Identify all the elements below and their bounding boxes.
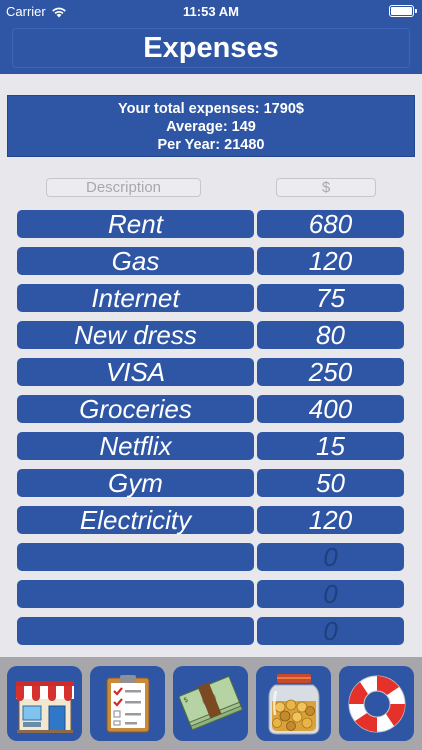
expense-name-field[interactable]: Electricity [17,506,254,534]
new-expense-form [0,178,422,200]
expense-amount-field[interactable]: 0 [257,617,404,645]
expense-name-field[interactable]: Gym [17,469,254,497]
tab-checklist[interactable] [90,666,165,741]
expense-amount-field[interactable]: 0 [257,543,404,571]
expense-name-field[interactable]: Groceries [17,395,254,423]
expense-name-field[interactable]: Gas [17,247,254,275]
expense-name-field[interactable]: VISA [17,358,254,386]
expense-name-field[interactable] [17,543,254,571]
expense-amount-field[interactable]: 250 [257,358,404,386]
average-label: Average: 149 [166,119,256,135]
expense-row: New dress 80 [0,321,422,349]
expense-amount-field[interactable]: 50 [257,469,404,497]
amount-input[interactable] [276,178,376,197]
expense-row: Gym 50 [0,469,422,497]
tab-savings[interactable] [256,666,331,741]
tab-help[interactable] [339,666,414,741]
expense-amount-field[interactable]: 15 [257,432,404,460]
status-bar: Carrier 11:53 AM [0,0,422,22]
tab-store[interactable] [7,666,82,741]
tab-bar: $ [0,657,422,750]
expense-amount-field[interactable]: 0 [257,580,404,608]
expense-amount-field[interactable]: 120 [257,506,404,534]
expense-row-empty: 0 [0,580,422,608]
expense-amount-field[interactable]: 400 [257,395,404,423]
expense-row: VISA 250 [0,358,422,386]
expense-name-field[interactable]: Internet [17,284,254,312]
per-year-label: Per Year: 21480 [157,137,265,153]
expense-amount-field[interactable]: 80 [257,321,404,349]
expense-row: Groceries 400 [0,395,422,423]
expense-amount-field[interactable]: 120 [257,247,404,275]
total-expenses-label: Your total expenses: 1790$ [118,101,304,117]
expense-name-field[interactable]: Netflix [17,432,254,460]
expense-row-empty: 0 [0,543,422,571]
expense-name-field[interactable] [17,617,254,645]
expense-amount-field[interactable]: 680 [257,210,404,238]
description-input[interactable] [46,178,201,197]
lifebuoy-icon [348,675,405,732]
battery-icon [389,5,417,17]
store-icon [15,680,74,733]
nav-header: Expenses [0,22,422,74]
status-time: 11:53 AM [183,4,239,19]
expense-name-field[interactable]: New dress [17,321,254,349]
tab-money[interactable]: $ [173,666,248,741]
expense-row: Gas 120 [0,247,422,275]
expense-row: Internet 75 [0,284,422,312]
expense-amount-field[interactable]: 75 [257,284,404,312]
coin-jar-icon [268,673,319,734]
expense-row: Rent 680 [0,210,422,238]
page-title: Expenses [12,28,410,68]
checklist-icon [106,674,149,732]
expense-row-empty: 0 [0,617,422,645]
expense-summary: Your total expenses: 1790$ Average: 149 … [7,95,415,157]
money-icon: $ [178,675,243,730]
expense-row: Electricity 120 [0,506,422,534]
expense-name-field[interactable]: Rent [17,210,254,238]
expense-name-field[interactable] [17,580,254,608]
expense-row: Netflix 15 [0,432,422,460]
